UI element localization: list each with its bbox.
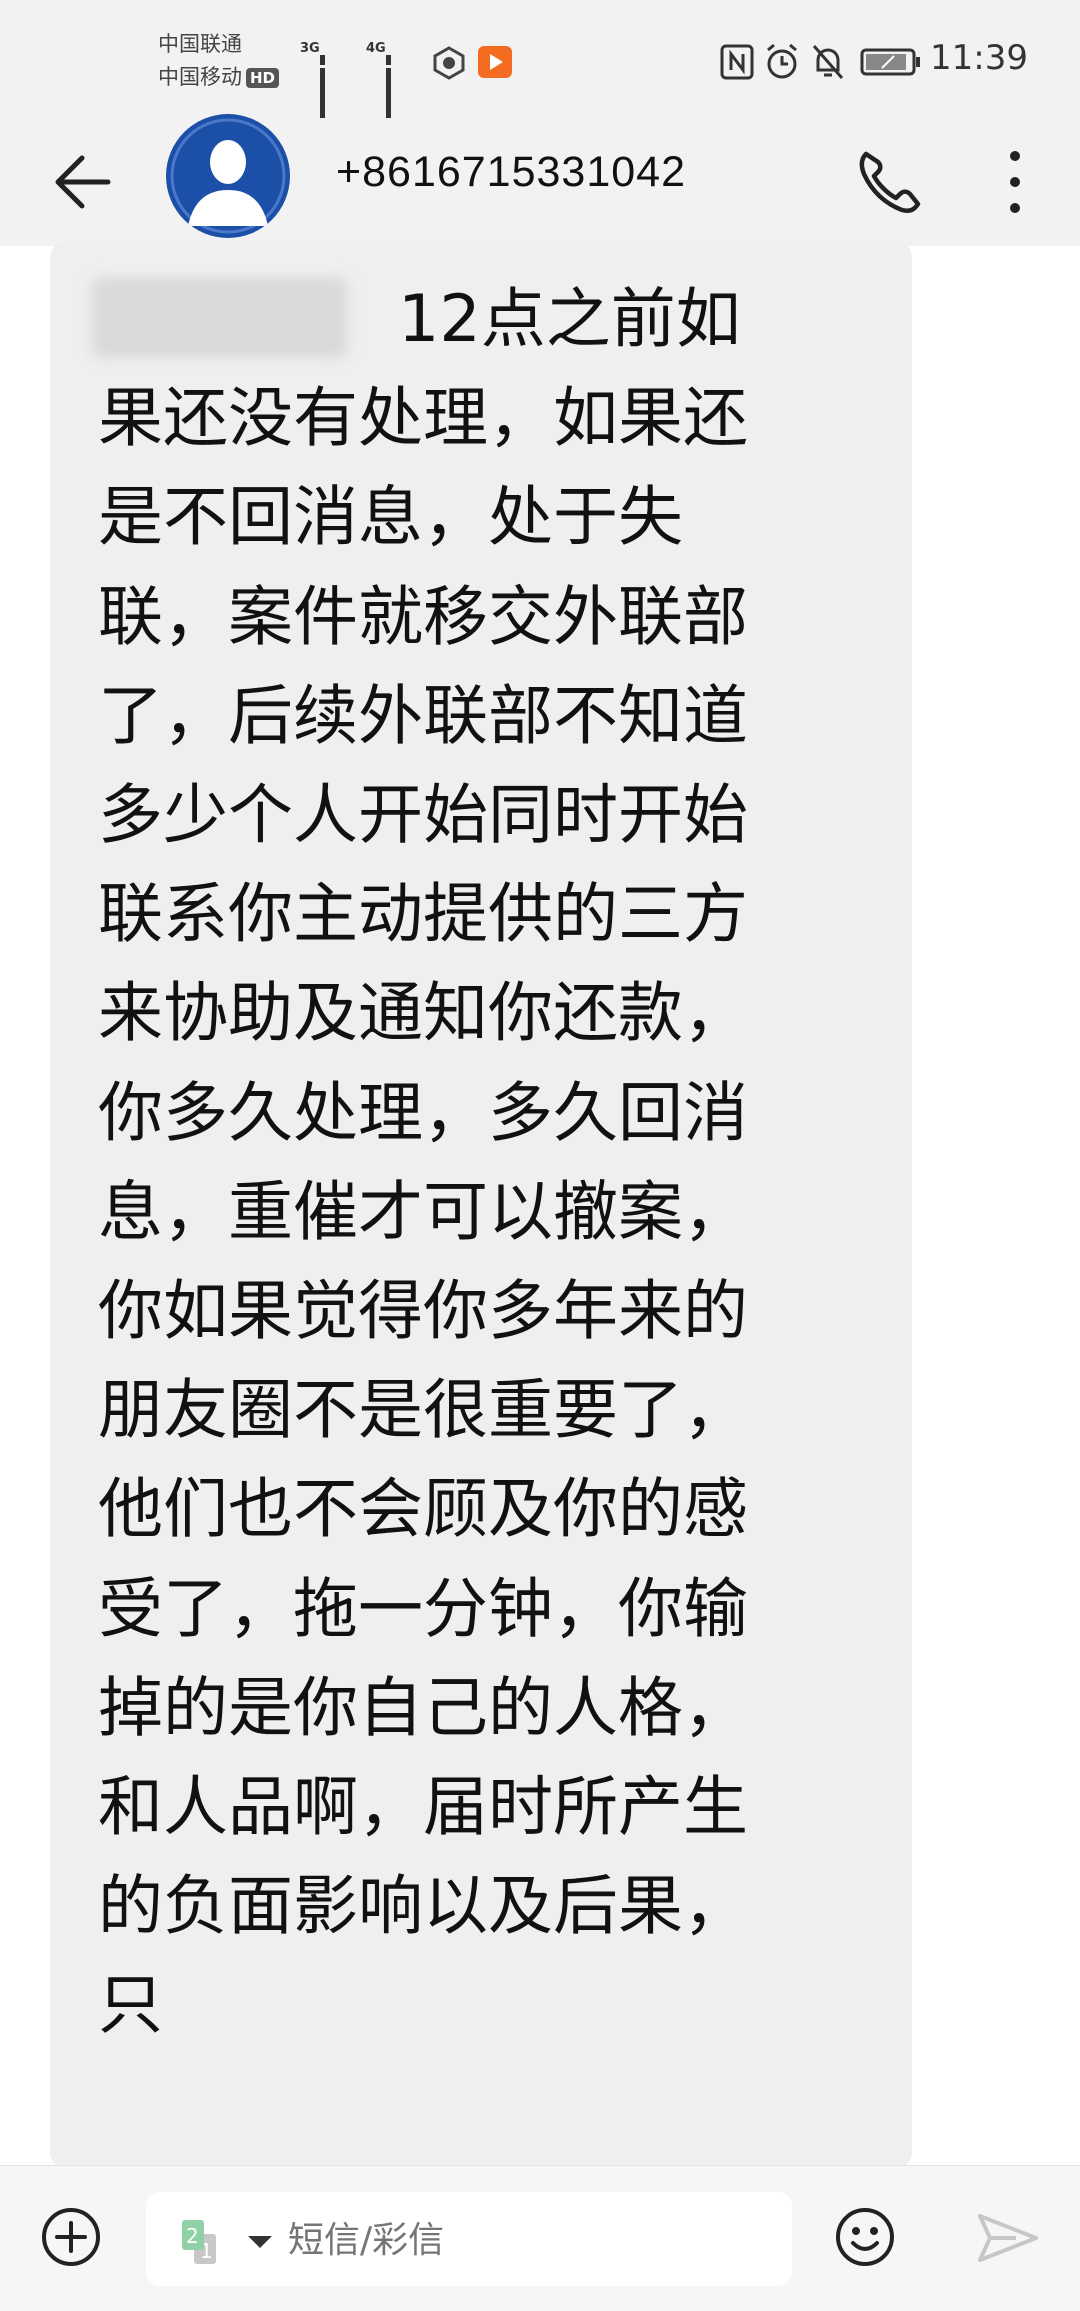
carrier-1-label: 中国联通	[158, 32, 242, 56]
person-avatar-icon	[170, 118, 286, 234]
nfc-icon	[720, 44, 754, 80]
send-button[interactable]	[976, 2210, 1040, 2266]
compose-bar: 1 2	[0, 2165, 1080, 2311]
sim-selector[interactable]: 1 2	[178, 2218, 234, 2268]
app-notification-icon	[433, 46, 465, 80]
contact-avatar[interactable]	[166, 114, 290, 238]
bell-off-icon	[812, 45, 844, 79]
battery-icon	[860, 48, 920, 76]
message-body: 12点之前如果还没有处理，如果还是不回消息，处于失联，案件就移交外联部了，后续外…	[98, 282, 749, 2044]
message-text: 12点之前如果还没有处理，如果还是不回消息，处于失联，案件就移交外联部了，后续外…	[98, 270, 798, 2056]
video-app-icon	[478, 46, 512, 78]
alarm-icon	[767, 43, 797, 79]
message-input[interactable]	[286, 2214, 770, 2266]
message-input-container[interactable]: 1 2	[146, 2192, 792, 2286]
call-button[interactable]	[850, 138, 926, 222]
hd-badge: HD	[246, 68, 280, 88]
more-options-button[interactable]	[990, 142, 1040, 222]
carrier-2-label: 中国移动	[158, 65, 242, 89]
chevron-down-icon[interactable]	[248, 2236, 272, 2248]
carrier-info: 中国联通 中国移动 HD	[158, 28, 280, 94]
conversation-header: +8616715331042	[0, 114, 1080, 246]
sim-number-label: 2	[186, 2224, 199, 2248]
clock-time: 11:39	[930, 38, 1028, 78]
back-button[interactable]	[48, 144, 124, 220]
emoji-button[interactable]	[834, 2206, 896, 2268]
signal-1-label: 3G	[300, 41, 320, 56]
status-bar: 中国联通 中国移动 HD 3G 4G 11:39	[0, 0, 1080, 134]
sim-card-icon: 1 2	[182, 2220, 216, 2264]
signal-2-label: 4G	[366, 41, 386, 56]
add-attachment-button[interactable]	[40, 2206, 102, 2268]
contact-number: +8616715331042	[336, 148, 687, 196]
